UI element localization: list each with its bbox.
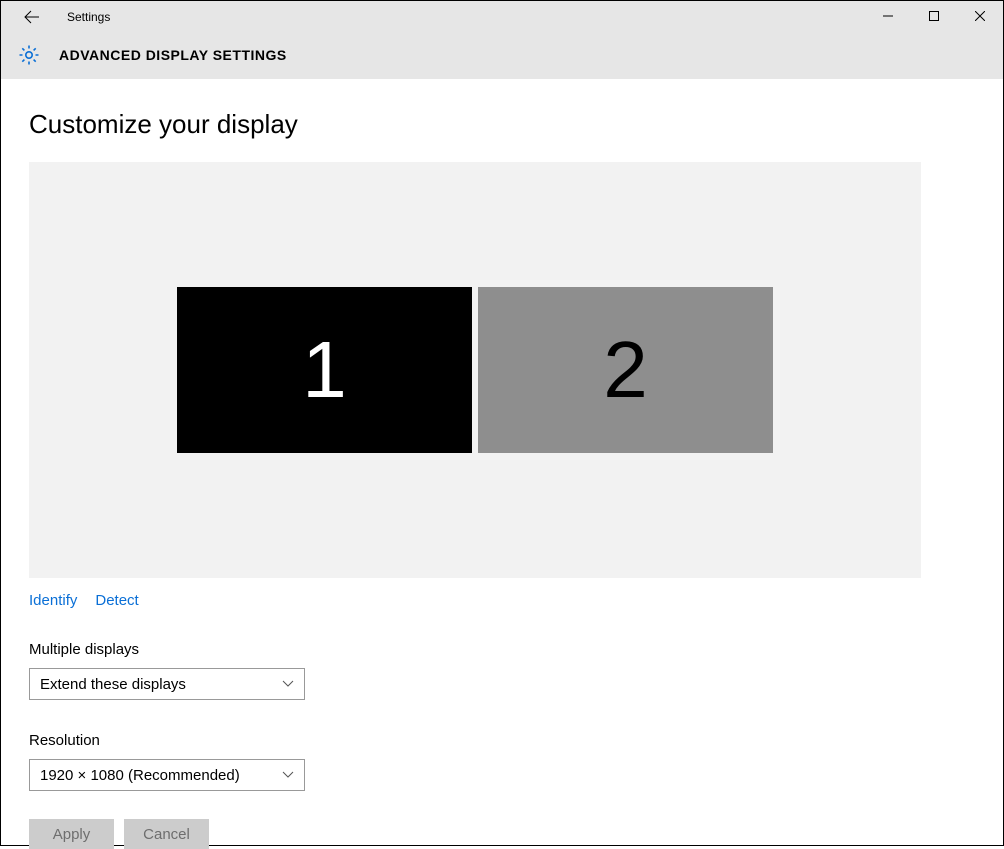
- chevron-down-icon: [282, 769, 294, 781]
- apply-button[interactable]: Apply: [29, 819, 114, 849]
- page-heading: Customize your display: [29, 109, 975, 140]
- window-title: Settings: [67, 10, 110, 24]
- gear-icon: [17, 43, 41, 67]
- multiple-displays-label: Multiple displays: [29, 641, 975, 658]
- window-controls: [865, 1, 1003, 31]
- detect-link[interactable]: Detect: [95, 592, 138, 609]
- resolution-select[interactable]: 1920 × 1080 (Recommended): [29, 759, 305, 791]
- cancel-button[interactable]: Cancel: [124, 819, 209, 849]
- minimize-button[interactable]: [865, 1, 911, 31]
- minimize-icon: [883, 11, 893, 21]
- monitor-1[interactable]: 1: [177, 287, 472, 453]
- maximize-icon: [929, 11, 939, 21]
- back-button[interactable]: [17, 2, 47, 32]
- multiple-displays-value: Extend these displays: [40, 676, 186, 693]
- back-arrow-icon: [24, 9, 40, 25]
- action-buttons: Apply Cancel: [29, 819, 975, 849]
- page-header: ADVANCED DISPLAY SETTINGS: [17, 33, 1003, 67]
- chevron-down-icon: [282, 678, 294, 690]
- titlebar: Settings: [17, 1, 1003, 33]
- multiple-displays-select[interactable]: Extend these displays: [29, 668, 305, 700]
- display-action-links: Identify Detect: [29, 592, 975, 609]
- resolution-value: 1920 × 1080 (Recommended): [40, 767, 240, 784]
- content: Customize your display 1 2 Identify Dete…: [1, 79, 1003, 849]
- close-icon: [975, 11, 985, 21]
- identify-link[interactable]: Identify: [29, 592, 77, 609]
- display-arrangement-area: 1 2: [29, 162, 921, 578]
- page-header-title: ADVANCED DISPLAY SETTINGS: [59, 47, 287, 63]
- header-band: Settings ADVANCED DISPLAY SETTINGS: [1, 1, 1003, 79]
- resolution-label: Resolution: [29, 732, 975, 749]
- close-button[interactable]: [957, 1, 1003, 31]
- monitor-2[interactable]: 2: [478, 287, 773, 453]
- maximize-button[interactable]: [911, 1, 957, 31]
